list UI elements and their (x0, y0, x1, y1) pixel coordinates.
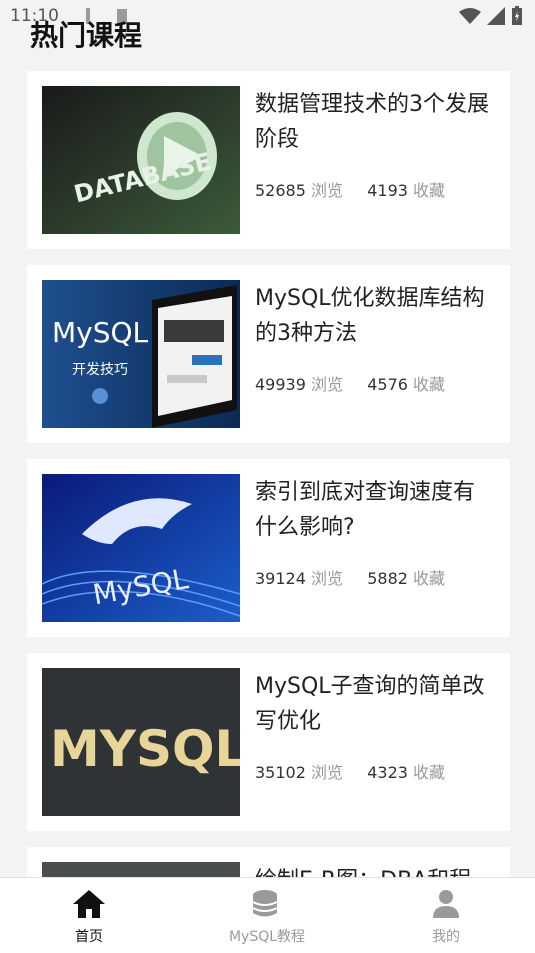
bottom-tab-bar: 首页 MySQL教程 我的 (0, 877, 535, 953)
course-stats: 52685 浏览 4193 收藏 (255, 177, 445, 201)
course-thumbnail: MySQL 开发技巧 (42, 280, 240, 428)
database-icon (252, 890, 278, 917)
favorites-label: 收藏 (413, 181, 446, 200)
course-stats: 49939 浏览 4576 收藏 (255, 371, 445, 395)
wifi-icon (459, 8, 481, 24)
favorites-count: 5882 (367, 569, 408, 588)
course-card[interactable]: MySQL 开发技巧 MySQL优化数据库结构的3种方法 49939 浏览 45… (27, 265, 510, 443)
tab-label: MySQL教程 (228, 929, 306, 945)
views-count: 35102 (255, 763, 306, 782)
course-thumbnail: MYSQL (42, 668, 240, 816)
status-indicators (459, 6, 523, 26)
page-title: 热门课程 (30, 19, 143, 52)
views-count: 49939 (255, 375, 306, 394)
tab-label: 首页 (75, 929, 103, 945)
course-stats: 35102 浏览 4323 收藏 (255, 759, 445, 783)
favorites-label: 收藏 (413, 763, 446, 782)
svg-text:MySQL: MySQL (52, 316, 149, 349)
views-label: 浏览 (311, 569, 344, 588)
views-label: 浏览 (311, 763, 344, 782)
favorites-count: 4193 (367, 181, 408, 200)
user-icon (433, 890, 459, 918)
course-title: MySQL优化数据库结构的3种方法 (255, 286, 485, 346)
views-count: 39124 (255, 569, 306, 588)
course-card[interactable]: MySQL 索引到底对查询速度有什么影响? 39124 浏览 5882 收藏 (27, 459, 510, 637)
course-title: 索引到底对查询速度有什么影响? (255, 480, 476, 540)
tab-home[interactable]: 首页 (29, 878, 149, 953)
views-label: 浏览 (311, 181, 344, 200)
favorites-count: 4323 (367, 763, 408, 782)
course-card[interactable]: MYSQL MySQL子查询的简单改写优化 35102 浏览 4323 收藏 (27, 653, 510, 831)
course-list: DATABASE 数据管理技术的3个发展阶段 52685 浏览 4193 收藏 (27, 71, 510, 943)
svg-text:开发技巧: 开发技巧 (72, 362, 128, 378)
views-count: 52685 (255, 181, 306, 200)
course-title: MySQL子查询的简单改写优化 (255, 674, 485, 734)
svg-text:MYSQL: MYSQL (50, 720, 240, 778)
favorites-label: 收藏 (413, 375, 446, 394)
signal-icon (487, 7, 505, 25)
favorites-label: 收藏 (413, 569, 446, 588)
course-thumbnail: DATABASE (42, 86, 240, 234)
tab-mysql-tutorial[interactable]: MySQL教程 (207, 878, 327, 953)
course-title: 数据管理技术的3个发展阶段 (255, 92, 489, 152)
course-stats: 39124 浏览 5882 收藏 (255, 565, 445, 589)
tab-label: 我的 (432, 929, 460, 945)
battery-icon (512, 6, 522, 25)
favorites-count: 4576 (367, 375, 408, 394)
course-thumbnail: MySQL (42, 474, 240, 622)
course-card[interactable]: DATABASE 数据管理技术的3个发展阶段 52685 浏览 4193 收藏 (27, 71, 510, 249)
tab-profile[interactable]: 我的 (386, 878, 506, 953)
views-label: 浏览 (311, 375, 344, 394)
home-icon (73, 890, 105, 918)
